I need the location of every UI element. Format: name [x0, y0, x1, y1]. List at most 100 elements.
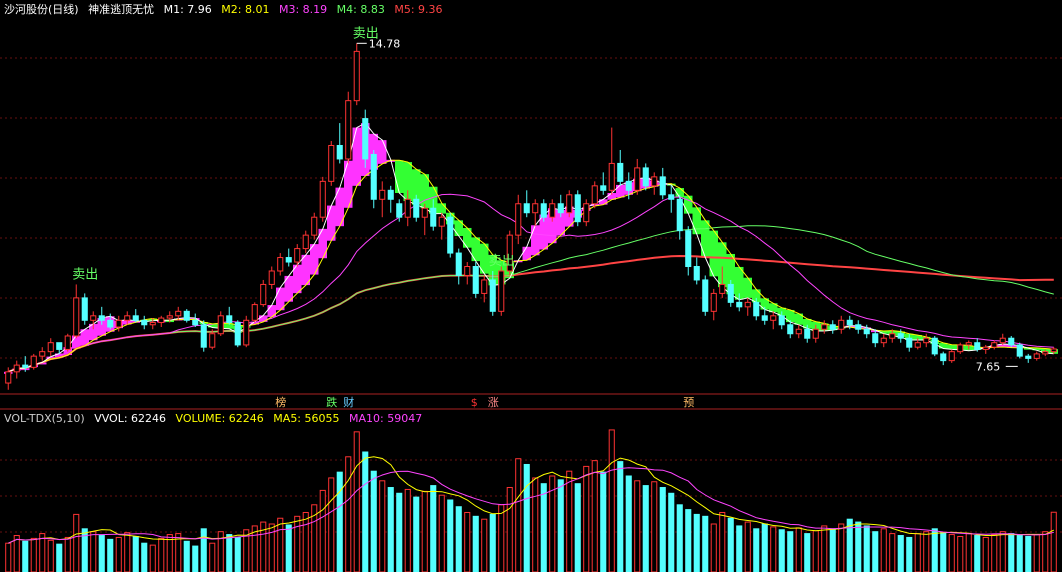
- trend-ribbon-segment: [531, 225, 540, 256]
- volume-bar: [481, 518, 488, 572]
- candle-body: [863, 328, 870, 335]
- candle-body: [39, 351, 46, 357]
- candle-body: [353, 50, 360, 102]
- volume-bar: [285, 524, 292, 572]
- candle-body: [379, 189, 386, 200]
- candle-body: [251, 304, 258, 321]
- volume-bar: [965, 533, 972, 572]
- volume-bar: [506, 487, 513, 572]
- trend-ribbon-segment: [395, 160, 404, 194]
- event-marker: 跌: [326, 395, 337, 409]
- volume-bar: [719, 511, 726, 572]
- candle-body: [795, 328, 802, 335]
- volume-bar: [489, 513, 496, 572]
- candle-body: [702, 279, 709, 312]
- volume-bar: [642, 485, 649, 572]
- candle-body: [328, 144, 335, 182]
- sell-signal-label: 卖出: [489, 254, 515, 269]
- candle-body: [923, 337, 930, 344]
- volume-bar: [889, 533, 896, 572]
- candle-body: [30, 355, 37, 368]
- volume-bar: [362, 451, 369, 572]
- volume-bar: [821, 525, 828, 572]
- volume-bar: [906, 536, 913, 572]
- event-marker: 涨: [488, 396, 499, 409]
- volume-bar: [166, 534, 173, 572]
- candle-body: [906, 337, 913, 348]
- volume-bar: [736, 525, 743, 572]
- volume-bar: [124, 532, 131, 572]
- volume-bar: [1050, 511, 1057, 572]
- volume-bar: [812, 530, 819, 572]
- ma3-line: [8, 193, 1054, 373]
- volume-bar: [183, 540, 190, 572]
- candle-body: [659, 176, 666, 196]
- candle-body: [115, 319, 122, 328]
- candle-body: [787, 324, 794, 335]
- trend-ribbon-segment: [318, 228, 327, 259]
- volume-bar: [379, 480, 386, 572]
- candle-body: [515, 203, 522, 236]
- candle-body: [549, 203, 556, 218]
- candle-body: [710, 292, 717, 312]
- volume-bar: [838, 523, 845, 572]
- volume-bar: [56, 543, 63, 572]
- candle-body: [974, 342, 981, 350]
- candle-body: [387, 189, 394, 200]
- candle-body: [447, 216, 454, 254]
- candle-body: [268, 270, 275, 285]
- volume-bar: [149, 544, 156, 572]
- volume-bar: [498, 504, 505, 572]
- volume-bar: [132, 535, 139, 572]
- trend-ribbon-segment: [437, 203, 446, 214]
- candle-body: [557, 203, 564, 214]
- candle-body: [5, 371, 12, 384]
- candle-body: [693, 266, 700, 281]
- candle-body: [481, 279, 488, 294]
- trend-ribbon-segment: [684, 195, 693, 214]
- volume-bar: [294, 515, 301, 572]
- candle-body: [982, 346, 989, 350]
- candle-body: [719, 283, 726, 294]
- volume-bar: [931, 528, 938, 572]
- volume-ma5-line: [8, 456, 1055, 544]
- volume-bar: [98, 535, 105, 572]
- volume-bar: [651, 481, 658, 572]
- chart-canvas: 卖出卖出卖出14.787.65榜跌财 $ 涨预: [0, 26, 1062, 572]
- volume-bar: [515, 458, 522, 572]
- candle-body: [200, 324, 207, 348]
- candle-body: [634, 167, 641, 191]
- candle-body: [1016, 344, 1023, 357]
- candle-body: [914, 342, 921, 348]
- trend-ribbon-segment: [301, 254, 310, 286]
- volume-bar: [73, 513, 80, 572]
- candle-body: [838, 319, 845, 330]
- volume-bar: [523, 463, 530, 572]
- volume-bar: [574, 483, 581, 572]
- candle-body: [336, 144, 343, 160]
- volume-bar: [863, 525, 870, 572]
- volume-bar: [948, 534, 955, 572]
- volume-bar: [804, 533, 811, 572]
- event-marker: 预: [683, 396, 694, 409]
- candle-body: [294, 248, 301, 263]
- candle-body: [727, 283, 734, 303]
- volume-bar: [676, 504, 683, 572]
- candle-body: [617, 162, 624, 182]
- candle-body: [744, 301, 751, 308]
- event-marker: 财: [343, 395, 354, 409]
- volume-bar: [464, 511, 471, 572]
- candle-body: [319, 180, 326, 218]
- sell-signal-label: 卖出: [72, 267, 98, 282]
- volume-bar: [387, 487, 394, 572]
- volume-bar: [974, 535, 981, 572]
- candle-body: [651, 176, 658, 187]
- volume-bar: [625, 475, 632, 572]
- candle-body: [566, 194, 573, 214]
- volume-bar: [30, 537, 37, 572]
- volume-bar: [209, 542, 216, 572]
- candle-body: [948, 351, 955, 362]
- volume-bar: [600, 471, 607, 572]
- volume-marks: [5, 429, 1057, 572]
- candle-body: [498, 270, 505, 312]
